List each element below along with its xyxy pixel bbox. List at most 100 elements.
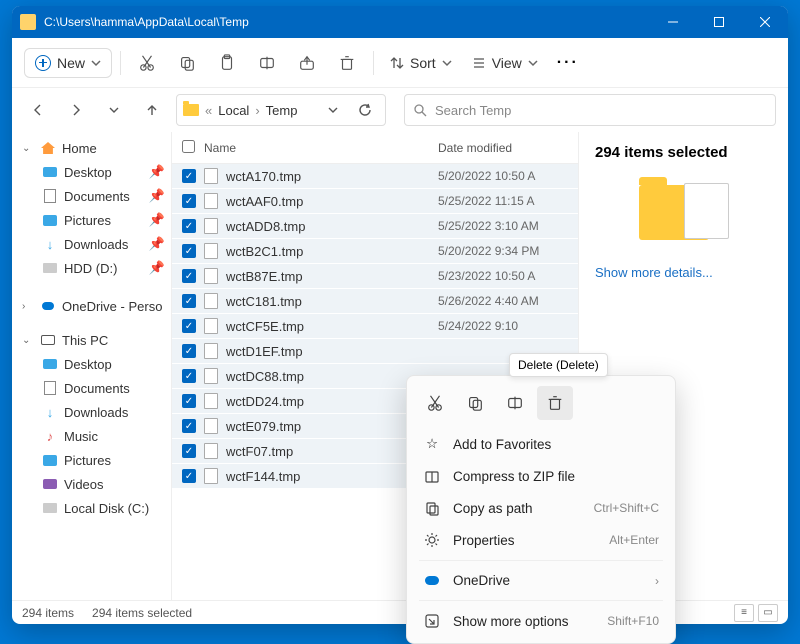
command-bar: New Sort View ··· bbox=[12, 38, 788, 88]
ctx-more[interactable]: Show more optionsShift+F10 bbox=[413, 605, 669, 637]
ctx-properties[interactable]: PropertiesAlt+Enter bbox=[413, 524, 669, 556]
sidebar-item-home[interactable]: ⌄Home bbox=[12, 136, 171, 160]
row-checkbox[interactable] bbox=[182, 419, 196, 433]
sidebar-item-onedrive[interactable]: ›OneDrive - Perso bbox=[12, 294, 171, 318]
ctx-favorites[interactable]: ☆Add to Favorites bbox=[413, 428, 669, 460]
onedrive-icon bbox=[423, 576, 441, 585]
maximize-button[interactable] bbox=[696, 6, 742, 38]
sidebar-item-music[interactable]: ♪Music bbox=[12, 424, 171, 448]
row-checkbox[interactable] bbox=[182, 444, 196, 458]
recent-button[interactable] bbox=[100, 96, 128, 124]
share-button[interactable] bbox=[289, 45, 325, 81]
details-view-button[interactable]: ≡ bbox=[734, 604, 754, 622]
desktop-icon bbox=[43, 167, 57, 177]
more-button[interactable]: ··· bbox=[550, 45, 586, 81]
up-button[interactable] bbox=[138, 96, 166, 124]
row-checkbox[interactable] bbox=[182, 394, 196, 408]
home-icon bbox=[41, 142, 55, 154]
icons-view-button[interactable]: ▭ bbox=[758, 604, 778, 622]
row-checkbox[interactable] bbox=[182, 369, 196, 383]
sidebar-item-pictures2[interactable]: Pictures bbox=[12, 448, 171, 472]
status-item-count: 294 items bbox=[22, 606, 74, 620]
close-button[interactable] bbox=[742, 6, 788, 38]
row-checkbox[interactable] bbox=[182, 194, 196, 208]
refresh-button[interactable] bbox=[351, 96, 379, 124]
ctx-rename-button[interactable] bbox=[497, 386, 533, 420]
ctx-copypath[interactable]: Copy as pathCtrl+Shift+C bbox=[413, 492, 669, 524]
folder-icon bbox=[20, 14, 36, 30]
new-button[interactable]: New bbox=[24, 48, 112, 78]
table-row[interactable]: wctADD8.tmp5/25/2022 3:10 AM bbox=[172, 214, 578, 239]
view-button[interactable]: View bbox=[464, 49, 546, 77]
pictures-icon bbox=[43, 455, 57, 466]
table-row[interactable]: wctA170.tmp5/20/2022 10:50 A bbox=[172, 164, 578, 189]
navigation-pane[interactable]: ⌄Home Desktop📌 Documents📌 Pictures📌 ↓Dow… bbox=[12, 132, 172, 600]
ctx-cut-button[interactable] bbox=[417, 386, 453, 420]
breadcrumb-temp[interactable]: Temp bbox=[266, 103, 298, 118]
sort-button[interactable]: Sort bbox=[382, 49, 460, 77]
context-menu: ☆Add to Favorites Compress to ZIP file C… bbox=[406, 375, 676, 644]
search-input[interactable]: Search Temp bbox=[404, 94, 776, 126]
disk-icon bbox=[43, 503, 57, 513]
folder-icon bbox=[183, 104, 199, 116]
row-checkbox[interactable] bbox=[182, 269, 196, 283]
pc-icon bbox=[41, 335, 55, 345]
back-button[interactable] bbox=[24, 96, 52, 124]
file-date: 5/20/2022 9:34 PM bbox=[438, 244, 578, 258]
file-icon bbox=[204, 168, 218, 184]
file-name: wctCF5E.tmp bbox=[226, 319, 438, 334]
ctx-zip[interactable]: Compress to ZIP file bbox=[413, 460, 669, 492]
row-checkbox[interactable] bbox=[182, 219, 196, 233]
ctx-copy-button[interactable] bbox=[457, 386, 493, 420]
ctx-delete-button[interactable] bbox=[537, 386, 573, 420]
nav-bar: « Local › Temp Search Temp bbox=[12, 88, 788, 132]
sidebar-item-desktop2[interactable]: Desktop bbox=[12, 352, 171, 376]
row-checkbox[interactable] bbox=[182, 294, 196, 308]
paste-button[interactable] bbox=[209, 45, 245, 81]
sidebar-item-thispc[interactable]: ⌄This PC bbox=[12, 328, 171, 352]
address-bar[interactable]: « Local › Temp bbox=[176, 94, 386, 126]
row-checkbox[interactable] bbox=[182, 344, 196, 358]
pin-icon: 📌 bbox=[149, 164, 165, 180]
copy-button[interactable] bbox=[169, 45, 205, 81]
table-row[interactable]: wctB87E.tmp5/23/2022 10:50 A bbox=[172, 264, 578, 289]
select-all-checkbox[interactable] bbox=[182, 140, 195, 153]
status-selected-count: 294 items selected bbox=[92, 606, 192, 620]
column-date[interactable]: Date modified bbox=[438, 141, 578, 155]
sort-label: Sort bbox=[410, 55, 436, 71]
show-more-link[interactable]: Show more details... bbox=[595, 265, 772, 280]
table-row[interactable]: wctC181.tmp5/26/2022 4:40 AM bbox=[172, 289, 578, 314]
table-row[interactable]: wctCF5E.tmp5/24/2022 9:10 bbox=[172, 314, 578, 339]
table-row[interactable]: wctB2C1.tmp5/20/2022 9:34 PM bbox=[172, 239, 578, 264]
sidebar-item-localdisk[interactable]: Local Disk (C:) bbox=[12, 496, 171, 520]
rename-button[interactable] bbox=[249, 45, 285, 81]
sidebar-item-downloads2[interactable]: ↓Downloads bbox=[12, 400, 171, 424]
forward-button[interactable] bbox=[62, 96, 90, 124]
file-date: 5/25/2022 3:10 AM bbox=[438, 219, 578, 233]
sidebar-item-pictures[interactable]: Pictures📌 bbox=[12, 208, 171, 232]
sidebar-item-documents[interactable]: Documents📌 bbox=[12, 184, 171, 208]
row-checkbox[interactable] bbox=[182, 244, 196, 258]
sidebar-item-documents2[interactable]: Documents bbox=[12, 376, 171, 400]
breadcrumb-local[interactable]: Local bbox=[218, 103, 249, 118]
ctx-onedrive[interactable]: OneDrive› bbox=[413, 565, 669, 596]
row-checkbox[interactable] bbox=[182, 169, 196, 183]
file-icon bbox=[204, 193, 218, 209]
chevron-right-icon: › bbox=[255, 103, 259, 118]
address-dropdown[interactable] bbox=[319, 96, 347, 124]
sidebar-item-desktop[interactable]: Desktop📌 bbox=[12, 160, 171, 184]
sidebar-item-videos[interactable]: Videos bbox=[12, 472, 171, 496]
column-name[interactable]: Name bbox=[204, 141, 438, 155]
minimize-button[interactable] bbox=[650, 6, 696, 38]
new-button-label: New bbox=[57, 55, 85, 71]
row-checkbox[interactable] bbox=[182, 469, 196, 483]
sidebar-item-downloads[interactable]: ↓Downloads📌 bbox=[12, 232, 171, 256]
cut-button[interactable] bbox=[129, 45, 165, 81]
row-checkbox[interactable] bbox=[182, 319, 196, 333]
music-icon: ♪ bbox=[42, 428, 58, 444]
delete-button[interactable] bbox=[329, 45, 365, 81]
sidebar-item-hdd[interactable]: HDD (D:)📌 bbox=[12, 256, 171, 280]
file-name: wctA170.tmp bbox=[226, 169, 438, 184]
table-row[interactable]: wctAAF0.tmp5/25/2022 11:15 A bbox=[172, 189, 578, 214]
file-date: 5/20/2022 10:50 A bbox=[438, 169, 578, 183]
